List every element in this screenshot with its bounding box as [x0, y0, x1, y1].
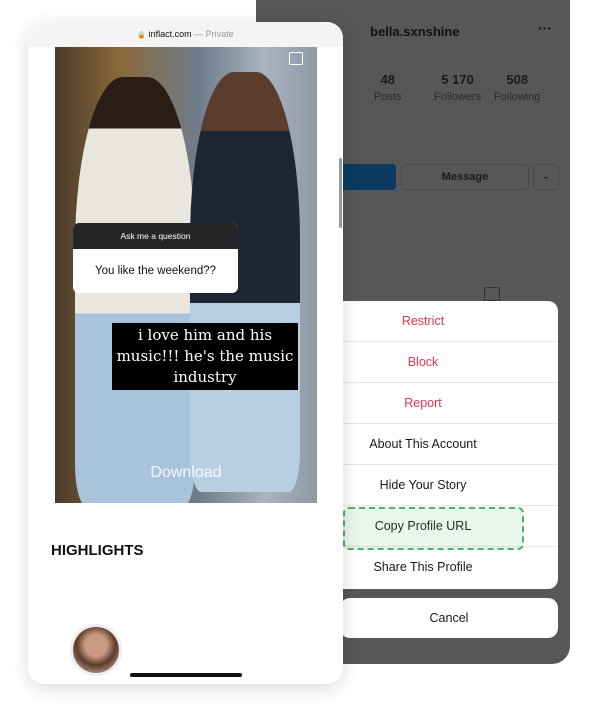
profile-username: bella.sxnshine	[370, 24, 460, 39]
inflact-browser-screen: 🔒 inflact.com — Private Ask me a questio…	[28, 22, 343, 684]
copy-url-highlight	[343, 507, 524, 550]
tagged-icon[interactable]	[484, 287, 500, 301]
url-bar[interactable]: 🔒 inflact.com — Private	[28, 22, 343, 47]
download-button[interactable]: Download	[55, 464, 317, 482]
message-button[interactable]: Message	[401, 164, 529, 190]
image-icon[interactable]	[289, 52, 303, 65]
story-image: Ask me a question You like the weekend??…	[55, 47, 317, 503]
highlights-title: HIGHLIGHTS	[51, 542, 144, 559]
scrollbar[interactable]	[339, 158, 342, 228]
more-options-icon[interactable]: ···	[538, 20, 552, 36]
stat-posts[interactable]: 48 Posts	[374, 72, 402, 105]
question-sticker: Ask me a question You like the weekend??	[73, 223, 238, 293]
stat-followers[interactable]: 5 170 Followers	[434, 72, 481, 105]
lock-icon: 🔒	[137, 32, 147, 39]
answer-text: i love him and his music!!! he's the mus…	[112, 323, 298, 390]
stat-following[interactable]: 508 Following	[494, 72, 540, 105]
home-indicator	[130, 673, 242, 677]
question-text: You like the weekend??	[94, 265, 217, 277]
suggested-dropdown-button[interactable]: ⌄	[533, 164, 559, 190]
question-header: Ask me a question	[73, 223, 238, 249]
highlight-avatar[interactable]	[70, 624, 122, 676]
cancel-button[interactable]: Cancel	[340, 598, 558, 638]
url-domain: inflact.com	[148, 29, 192, 39]
private-label: Private	[205, 29, 234, 39]
